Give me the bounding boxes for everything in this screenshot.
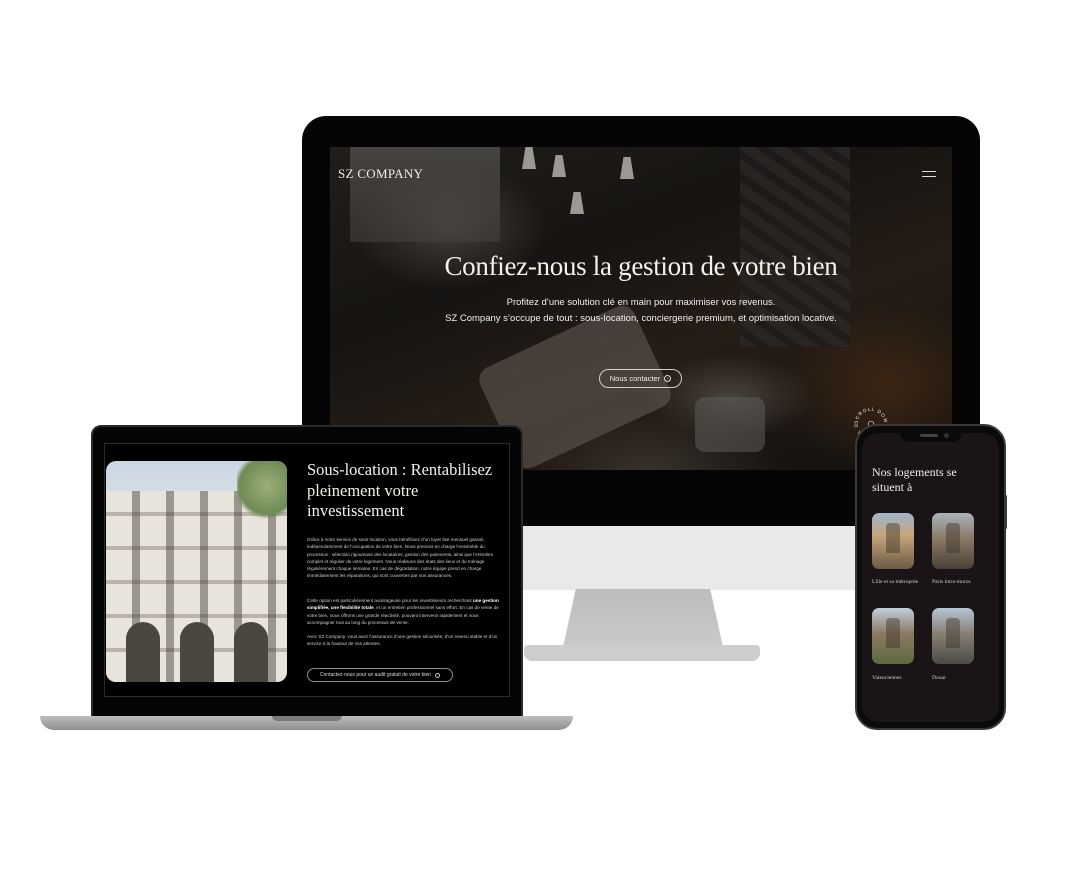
city-card-image[interactable]: [932, 608, 974, 664]
locations-title: Nos logements se situent à: [872, 465, 957, 494]
speaker-icon: [920, 434, 938, 437]
section-paragraph: Avec SZ Company, vous avez l’assurance d…: [307, 634, 498, 647]
city-card-image[interactable]: [872, 608, 914, 664]
building-arch: [180, 622, 214, 682]
hero-title: Confiez-nous la gestion de votre bien: [444, 251, 838, 281]
city-label[interactable]: Douai: [932, 675, 946, 681]
city-card-image[interactable]: [872, 513, 914, 569]
contact-button-label: Nous contacter: [609, 374, 661, 383]
city-label[interactable]: Valenciennes: [872, 675, 902, 681]
desktop-monitor-foot: [524, 645, 760, 661]
phone-side-button: [1004, 495, 1007, 529]
hamburger-menu-icon[interactable]: [922, 171, 936, 177]
city-card-image[interactable]: [932, 513, 974, 569]
hero-subtitle: Profitez d’une solution clé en main pour…: [506, 297, 776, 308]
brand-logo[interactable]: SZ COMPANY: [338, 166, 423, 182]
arrow-circle-icon: [435, 672, 441, 678]
contact-button[interactable]: Nous contacter ›: [599, 369, 682, 388]
building-photo: [106, 461, 287, 682]
building-arch: [126, 622, 160, 682]
section-title: Sous-location : Rentabilisez pleinement …: [307, 460, 493, 520]
paragraph-text: Cette option est particulièrement avanta…: [307, 598, 473, 603]
city-label[interactable]: Paris intra-muros: [932, 579, 971, 585]
city-label[interactable]: Lille et sa métropole: [872, 579, 918, 585]
phone-notch: [900, 428, 962, 442]
hero-subtitle: SZ Company s’occupe de tout : sous-locat…: [445, 313, 837, 324]
desktop-monitor-stand: [563, 589, 723, 647]
tree-foliage: [237, 461, 287, 521]
camera-icon: [944, 433, 949, 438]
audit-contact-button[interactable]: Contactez-nous pour un audit gratuit de …: [307, 668, 453, 682]
building-arch: [234, 622, 268, 682]
desktop-hero-section: SZ COMPANY Confiez-nous la gestion de vo…: [330, 147, 952, 470]
laptop-notch: [272, 716, 342, 721]
section-paragraph: Cette option est particulièrement avanta…: [307, 597, 503, 626]
audit-contact-button-label: Contactez-nous pour un audit gratuit de …: [319, 672, 432, 678]
section-paragraph: Grâce à notre service de sous-location, …: [307, 537, 494, 579]
arrow-circle-icon: ›: [664, 375, 672, 382]
